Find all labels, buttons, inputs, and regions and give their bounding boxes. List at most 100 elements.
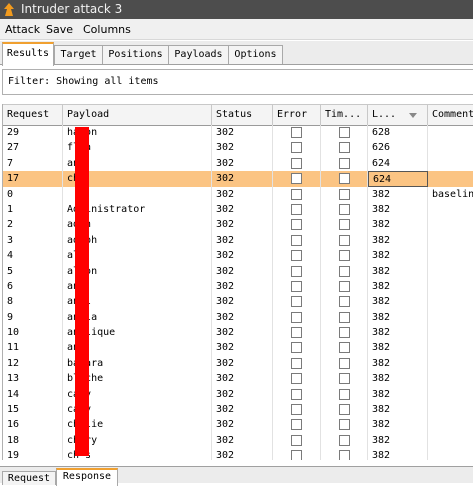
cell-comment: baseline	[428, 187, 473, 202]
cell-length: 382	[368, 232, 428, 249]
tab-payloads[interactable]: Payloads	[168, 45, 229, 64]
cell-error	[273, 278, 321, 295]
timeout-checkbox	[339, 157, 350, 169]
cell-length: 382	[368, 186, 428, 202]
table-row[interactable]: 3 ad ph 302 382	[3, 232, 473, 249]
timeout-checkbox	[339, 280, 350, 292]
error-checkbox	[291, 219, 302, 231]
tab-options[interactable]: Options	[228, 45, 283, 64]
cell-comment	[428, 310, 473, 325]
cell-timeout	[321, 309, 368, 326]
cell-comment	[428, 371, 473, 386]
tab-target[interactable]: Target	[54, 45, 103, 64]
table-row[interactable]: 29 ha on 302 628	[3, 125, 473, 141]
tab-results[interactable]: Results	[2, 42, 54, 66]
cell-status: 302	[212, 340, 273, 356]
timeout-checkbox	[339, 127, 350, 138]
table-row[interactable]: 9 an la 302 382	[3, 309, 473, 326]
cell-request: 19	[3, 448, 63, 460]
cell-request: 16	[3, 417, 63, 433]
cell-timeout	[321, 217, 368, 233]
filter-bar[interactable]: Filter: Showing all items	[2, 69, 473, 95]
cell-request: 0	[3, 186, 63, 202]
cell-length: 382	[368, 309, 428, 326]
cell-comment	[428, 448, 473, 460]
timeout-checkbox	[339, 265, 350, 277]
cell-comment	[428, 248, 473, 263]
menu-attack[interactable]: Attack	[5, 23, 40, 36]
table-row[interactable]: 7 an 302 624	[3, 155, 473, 172]
cell-length: 382	[368, 432, 428, 449]
cell-timeout	[321, 263, 368, 279]
table-row[interactable]: 8an l302382	[3, 294, 473, 310]
table-row[interactable]: 27fl a302626	[3, 140, 473, 156]
table-row[interactable]: 14ca y302382	[3, 386, 473, 403]
table-row[interactable]: 11 an 302 382	[3, 340, 473, 356]
cell-length: 382	[368, 371, 428, 387]
cell-status: 302	[212, 355, 273, 372]
cell-request: 13	[3, 371, 63, 387]
table-row[interactable]: 1 Administrator 302 382	[3, 201, 473, 218]
tab-request[interactable]: Request	[2, 471, 56, 485]
menu-save[interactable]: Save	[46, 23, 73, 36]
column-header-payload[interactable]: Payload	[63, 105, 212, 125]
cell-request: 3	[3, 232, 63, 249]
column-header-length[interactable]: L...	[368, 105, 428, 125]
cell-timeout	[321, 248, 368, 264]
error-checkbox	[291, 265, 302, 277]
cell-request: 9	[3, 309, 63, 326]
cell-timeout	[321, 140, 368, 156]
cell-error	[273, 417, 321, 433]
cell-request: 8	[3, 294, 63, 310]
cell-status: 302	[212, 309, 273, 326]
cell-error	[273, 432, 321, 449]
table-row[interactable]: 6 an 302 382	[3, 278, 473, 295]
table-row[interactable]: 0 302 382baseline	[3, 186, 473, 202]
bottom-tab-bar: Request Response	[0, 466, 473, 486]
column-header-error[interactable]: Error	[273, 105, 321, 125]
table-row[interactable]: 18 ch ry 302 382	[3, 432, 473, 449]
error-checkbox	[291, 127, 302, 138]
table-row[interactable]: 15ca y302382	[3, 402, 473, 418]
menu-columns[interactable]: Columns	[83, 23, 131, 36]
cell-length: 382	[368, 448, 428, 460]
table-row[interactable]: 4 al 302 382	[3, 248, 473, 264]
timeout-checkbox	[339, 419, 350, 431]
cell-status: 302	[212, 402, 273, 418]
cell-length: 382	[368, 386, 428, 403]
menu-bar: Attack Save Columns	[0, 19, 473, 40]
cell-request: 18	[3, 432, 63, 449]
cell-length: 626	[368, 140, 428, 156]
cell-timeout	[321, 448, 368, 460]
cell-status: 302	[212, 448, 273, 460]
cell-request: 4	[3, 248, 63, 264]
table-row[interactable]: 17 ch 302 624	[3, 171, 473, 187]
cell-timeout	[321, 125, 368, 141]
tab-response[interactable]: Response	[56, 468, 118, 486]
table-row[interactable]: 13 bl che 302 382	[3, 371, 473, 387]
timeout-checkbox	[339, 311, 350, 323]
cell-status: 302	[212, 217, 273, 233]
column-header-comment[interactable]: Comment	[428, 105, 473, 125]
error-checkbox	[291, 250, 302, 262]
table-row[interactable]: 2ad n302382	[3, 217, 473, 233]
error-checkbox	[291, 280, 302, 292]
table-row[interactable]: 12 ba ara 302 382	[3, 355, 473, 372]
timeout-checkbox	[339, 357, 350, 369]
table-row[interactable]: 19ch s302382	[3, 448, 473, 460]
tab-positions[interactable]: Positions	[102, 45, 169, 64]
table-row[interactable]: 10 an lique 302 382	[3, 325, 473, 341]
cell-timeout	[321, 171, 368, 187]
cell-comment	[428, 156, 473, 171]
error-checkbox	[291, 203, 302, 215]
cell-error	[273, 125, 321, 141]
table-row[interactable]: 16 ch lie 302 382	[3, 417, 473, 433]
cell-comment	[428, 233, 473, 248]
column-header-timeout[interactable]: Tim...	[321, 105, 368, 125]
table-row[interactable]: 5 al on 302 382	[3, 263, 473, 279]
filter-text: Filter: Showing all items	[8, 76, 159, 87]
burp-icon	[4, 3, 14, 16]
column-header-status[interactable]: Status	[212, 105, 273, 125]
column-header-request[interactable]: Request	[3, 105, 63, 125]
cell-length: 382	[368, 217, 428, 233]
